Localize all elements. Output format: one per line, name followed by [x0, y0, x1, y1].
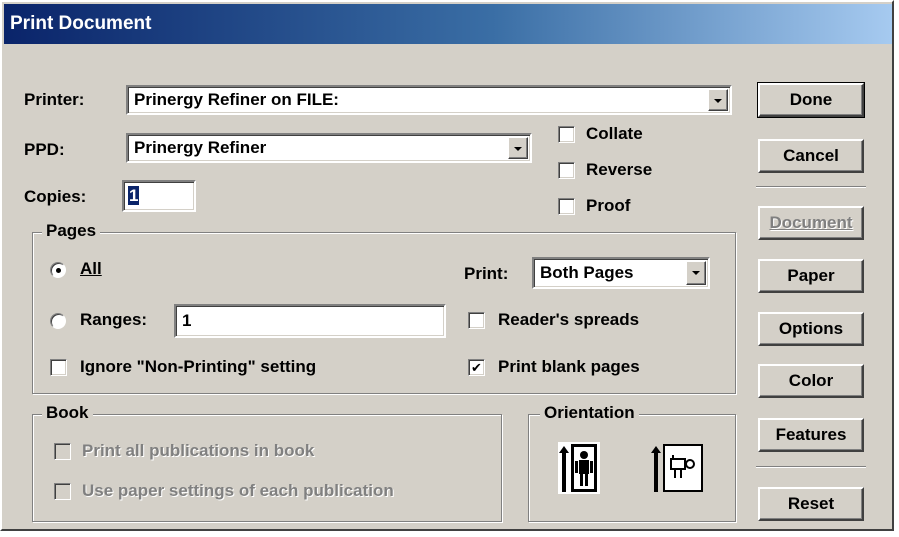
- readers-spreads-checkbox[interactable]: [468, 312, 485, 329]
- book-group-title: Book: [42, 403, 93, 423]
- print-label: Print:: [464, 264, 509, 283]
- landscape-icon[interactable]: [648, 442, 706, 494]
- ppd-value: Prinergy Refiner: [134, 138, 267, 157]
- copies-input[interactable]: 1: [122, 180, 196, 212]
- copies-label: Copies:: [24, 187, 87, 206]
- print-dropdown-arrow-icon[interactable]: [686, 261, 706, 285]
- ranges-value: 1: [182, 311, 192, 330]
- ignore-non-printing-label: Ignore "Non-Printing" setting: [80, 357, 317, 376]
- ranges-label: Ranges:: [80, 310, 148, 329]
- ignore-non-printing-checkbox[interactable]: [50, 359, 67, 376]
- reverse-checkbox[interactable]: [558, 162, 575, 179]
- print-blank-pages-label: Print blank pages: [498, 357, 640, 376]
- readers-spreads-label: Reader's spreads: [498, 310, 640, 329]
- ppd-label: PPD:: [24, 140, 65, 159]
- book-group: [32, 414, 502, 522]
- collate-label: Collate: [586, 124, 643, 143]
- paper-button[interactable]: Paper: [758, 259, 864, 293]
- use-paper-settings-label: Use paper settings of each publication: [82, 481, 394, 500]
- print-all-publications-checkbox[interactable]: [54, 443, 71, 460]
- print-blank-pages-checkbox[interactable]: ✔: [468, 359, 485, 376]
- color-button[interactable]: Color: [758, 364, 864, 398]
- button-separator-2: [756, 466, 866, 468]
- pages-group-title: Pages: [42, 221, 101, 241]
- button-separator: [756, 186, 866, 188]
- ranges-radio[interactable]: [50, 313, 66, 329]
- proof-label: Proof: [586, 196, 631, 215]
- reset-button[interactable]: Reset: [758, 487, 864, 521]
- printer-select[interactable]: Prinergy Refiner on FILE:: [126, 85, 732, 115]
- done-button[interactable]: Done: [757, 82, 865, 118]
- options-button[interactable]: Options: [758, 312, 864, 346]
- reverse-label: Reverse: [586, 160, 653, 179]
- orientation-group-title: Orientation: [540, 403, 639, 423]
- print-value: Both Pages: [540, 263, 634, 282]
- copies-value: 1: [128, 186, 140, 205]
- document-button[interactable]: Document: [758, 206, 864, 240]
- all-radio[interactable]: [50, 262, 66, 278]
- proof-checkbox[interactable]: [558, 198, 575, 215]
- collate-checkbox[interactable]: [558, 126, 575, 143]
- printer-value: Prinergy Refiner on FILE:: [134, 90, 339, 109]
- portrait-icon[interactable]: [558, 442, 600, 494]
- all-label: All: [80, 259, 102, 278]
- ranges-input[interactable]: 1: [174, 304, 446, 338]
- title-bar: Print Document: [4, 4, 892, 44]
- print-document-dialog: Print Document Printer: Prinergy Refiner…: [0, 0, 894, 531]
- printer-label: Printer:: [24, 90, 85, 109]
- ppd-dropdown-arrow-icon[interactable]: [508, 137, 528, 159]
- printer-dropdown-arrow-icon[interactable]: [708, 89, 728, 111]
- window-title: Print Document: [10, 13, 152, 34]
- ppd-select[interactable]: Prinergy Refiner: [126, 133, 532, 163]
- use-paper-settings-checkbox[interactable]: [54, 483, 71, 500]
- features-button[interactable]: Features: [758, 418, 864, 452]
- print-select[interactable]: Both Pages: [532, 257, 710, 289]
- cancel-button[interactable]: Cancel: [758, 139, 864, 173]
- print-all-publications-label: Print all publications in book: [82, 441, 315, 460]
